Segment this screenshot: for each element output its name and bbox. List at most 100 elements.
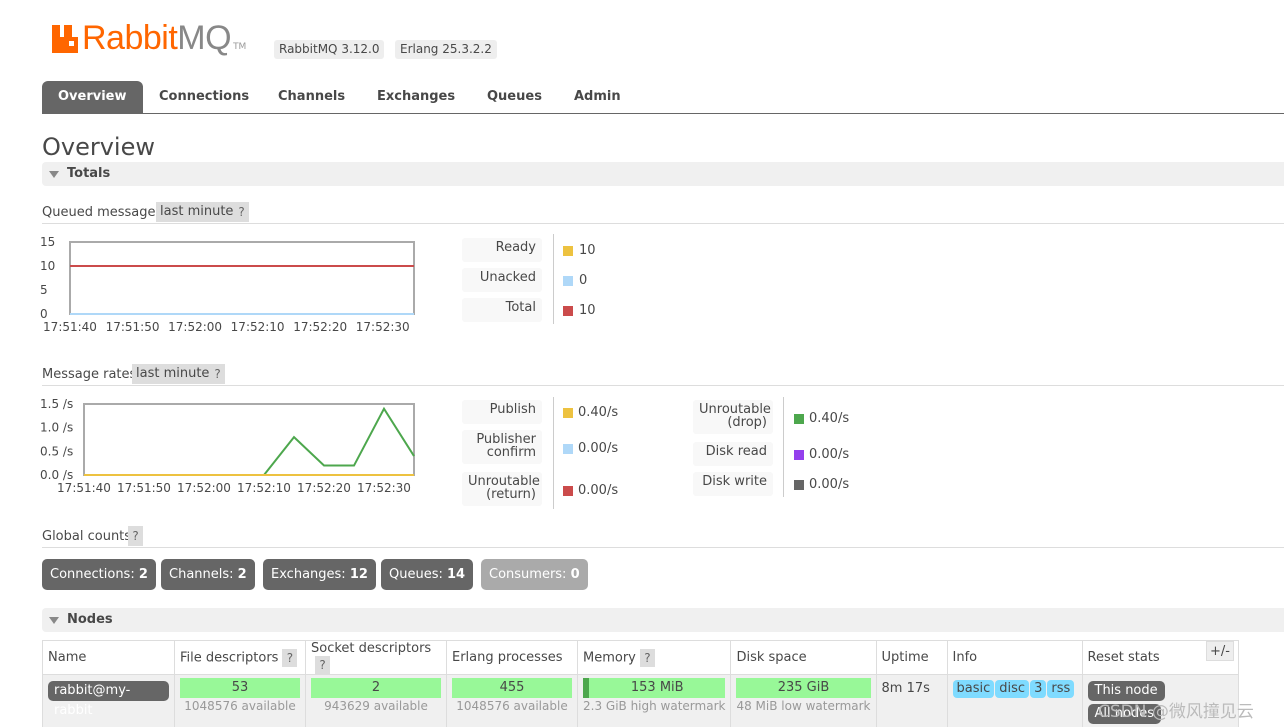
- legend-key-total: Total: [462, 298, 542, 322]
- legend-value-ready: 10: [579, 243, 596, 258]
- legend-value-unacked: 0: [579, 273, 588, 288]
- x-tick-label: 17:51:40: [43, 320, 97, 334]
- queues-count-button[interactable]: Queues: 14: [381, 559, 474, 590]
- x-tick-label: 17:52:00: [177, 481, 231, 495]
- info-badge-basic[interactable]: basic: [952, 680, 995, 698]
- legend-value-publisher-confirm: 0.00/s: [578, 441, 619, 456]
- global-counts-help-button[interactable]: ?: [128, 526, 143, 546]
- legend-swatch-publish: [563, 408, 573, 418]
- erlang-processes-cell: 455 1048576 available: [446, 674, 578, 727]
- erlang-processes-meter: 455: [452, 678, 572, 698]
- rabbitmq-logo-icon: [52, 25, 78, 53]
- disk-low-watermark: 48 MiB low watermark: [736, 699, 871, 713]
- legend-divider: [553, 397, 554, 509]
- rabbitmq-logo[interactable]: RabbitMQ TM: [52, 20, 246, 56]
- legend-key-publisher-confirm: Publisher confirm: [462, 430, 542, 464]
- x-tick-label: 17:51:50: [106, 320, 160, 334]
- erlang-version-badge: Erlang 25.3.2.2: [395, 40, 497, 59]
- queued-messages-header: Queued messages last minute ?: [42, 202, 1284, 224]
- connections-count-button[interactable]: Connections: 2: [42, 559, 156, 590]
- collapse-triangle-icon: [49, 171, 59, 178]
- col-info: Info: [946, 640, 1083, 675]
- socket-descriptors-available: 943629 available: [324, 699, 428, 713]
- x-tick-label: 17:52:00: [168, 320, 222, 334]
- x-tick-label: 17:51:50: [117, 481, 171, 495]
- y-tick-label: 0.0 /s: [40, 468, 73, 482]
- legend-swatch-ready: [563, 246, 573, 256]
- rates-range-selector[interactable]: last minute: [132, 364, 214, 384]
- memory-cell: 153 MiB 2.3 GiB high watermark: [576, 674, 732, 727]
- tab-overview[interactable]: Overview: [42, 81, 143, 113]
- legend-key-unroutable-drop: Unroutable (drop): [693, 400, 773, 434]
- info-badge-3[interactable]: 3: [1030, 680, 1047, 698]
- memory-help-button[interactable]: ?: [639, 648, 655, 667]
- exchanges-count-button[interactable]: Exchanges: 12: [263, 559, 376, 590]
- totals-section-toggle[interactable]: Totals: [42, 162, 1284, 186]
- socket-descriptors-help-button[interactable]: ?: [315, 656, 330, 674]
- message-rates-label: Message rates: [42, 367, 137, 382]
- erlang-processes-available: 1048576 available: [456, 699, 568, 713]
- rates-help-button[interactable]: ?: [210, 364, 225, 384]
- legend-value-unroutable-return: 0.00/s: [578, 483, 619, 498]
- legend-divider: [553, 234, 554, 324]
- rabbitmq-version-badge: RabbitMQ 3.12.0: [274, 40, 385, 59]
- col-memory: Memory?: [576, 640, 732, 675]
- file-descriptors-cell: 53 1048576 available: [174, 674, 306, 727]
- uptime-cell: 8m 17s: [875, 674, 948, 727]
- memory-high-watermark: 2.3 GiB high watermark: [583, 699, 726, 713]
- info-badge-rss[interactable]: rss: [1047, 680, 1075, 698]
- collapse-triangle-icon: [49, 617, 59, 624]
- queued-help-button[interactable]: ?: [234, 202, 249, 222]
- info-cell: basic disc 3 rss: [946, 674, 1083, 727]
- socket-descriptors-meter: 2: [311, 678, 441, 698]
- nodes-section-toggle[interactable]: Nodes: [42, 608, 1284, 632]
- x-tick-label: 17:52:30: [356, 320, 410, 334]
- queued-messages-label: Queued messages: [42, 205, 163, 220]
- file-descriptors-available: 1048576 available: [184, 699, 296, 713]
- legend-divider: [783, 397, 784, 497]
- logo-text: RabbitMQ: [82, 19, 232, 57]
- socket-descriptors-cell: 2 943629 available: [305, 674, 447, 727]
- queued-range-selector[interactable]: last minute: [156, 202, 238, 222]
- disk-space-cell: 235 GiB 48 MiB low watermark: [730, 674, 877, 727]
- nodes-section-label: Nodes: [67, 612, 113, 627]
- disk-space-meter: 235 GiB: [736, 678, 871, 698]
- legend-value-unroutable-drop: 0.40/s: [809, 411, 850, 426]
- node-name-link[interactable]: rabbit@my-rabbit: [48, 681, 169, 718]
- tab-admin[interactable]: Admin: [558, 81, 637, 113]
- tab-queues[interactable]: Queues: [471, 81, 558, 113]
- legend-value-total: 10: [579, 303, 596, 318]
- x-tick-label: 17:52:20: [297, 481, 351, 495]
- y-tick-label: 1.5 /s: [40, 397, 73, 411]
- info-badge-disc[interactable]: disc: [995, 680, 1030, 698]
- x-tick-label: 17:52:20: [293, 320, 347, 334]
- legend-swatch-unroutable-drop: [794, 414, 804, 424]
- col-uptime: Uptime: [875, 640, 948, 675]
- tab-connections[interactable]: Connections: [143, 81, 265, 113]
- legend-swatch-disk-read: [794, 450, 804, 460]
- uptime-value: 8m 17s: [881, 681, 930, 696]
- channels-count-button[interactable]: Channels: 2: [161, 559, 255, 590]
- columns-toggle-button[interactable]: +/-: [1206, 641, 1234, 661]
- nodes-table: Name File descriptors? Socket descriptor…: [42, 640, 1239, 727]
- consumers-count-button[interactable]: Consumers: 0: [481, 559, 588, 590]
- col-disk-space: Disk space: [730, 640, 877, 675]
- col-name: Name: [42, 640, 175, 675]
- legend-key-unroutable-return: Unroutable (return): [462, 472, 542, 506]
- legend-swatch-publisher-confirm: [563, 444, 573, 454]
- legend-key-unacked: Unacked: [462, 268, 542, 292]
- message-rates-chart: 1.5 /s 1.0 /s 0.5 /s 0.0 /s 17:51:40 17:51:50…: [40, 397, 450, 497]
- plot-area: [69, 241, 415, 315]
- table-row: rabbit@my-rabbit 53 1048576 available 2 …: [42, 674, 1239, 727]
- legend-value-disk-read: 0.00/s: [809, 447, 850, 462]
- page-title: Overview: [42, 133, 155, 161]
- tab-exchanges[interactable]: Exchanges: [361, 81, 471, 113]
- memory-meter: 153 MiB: [583, 678, 726, 698]
- legend-swatch-disk-write: [794, 480, 804, 490]
- global-counts-label: Global counts: [42, 529, 132, 544]
- legend-key-ready: Ready: [462, 238, 542, 262]
- header: RabbitMQ TM RabbitMQ 3.12.0 Erlang 25.3.…: [0, 0, 1284, 80]
- y-tick-label: 0: [40, 307, 48, 321]
- tab-channels[interactable]: Channels: [262, 81, 361, 113]
- file-descriptors-help-button[interactable]: ?: [282, 648, 298, 667]
